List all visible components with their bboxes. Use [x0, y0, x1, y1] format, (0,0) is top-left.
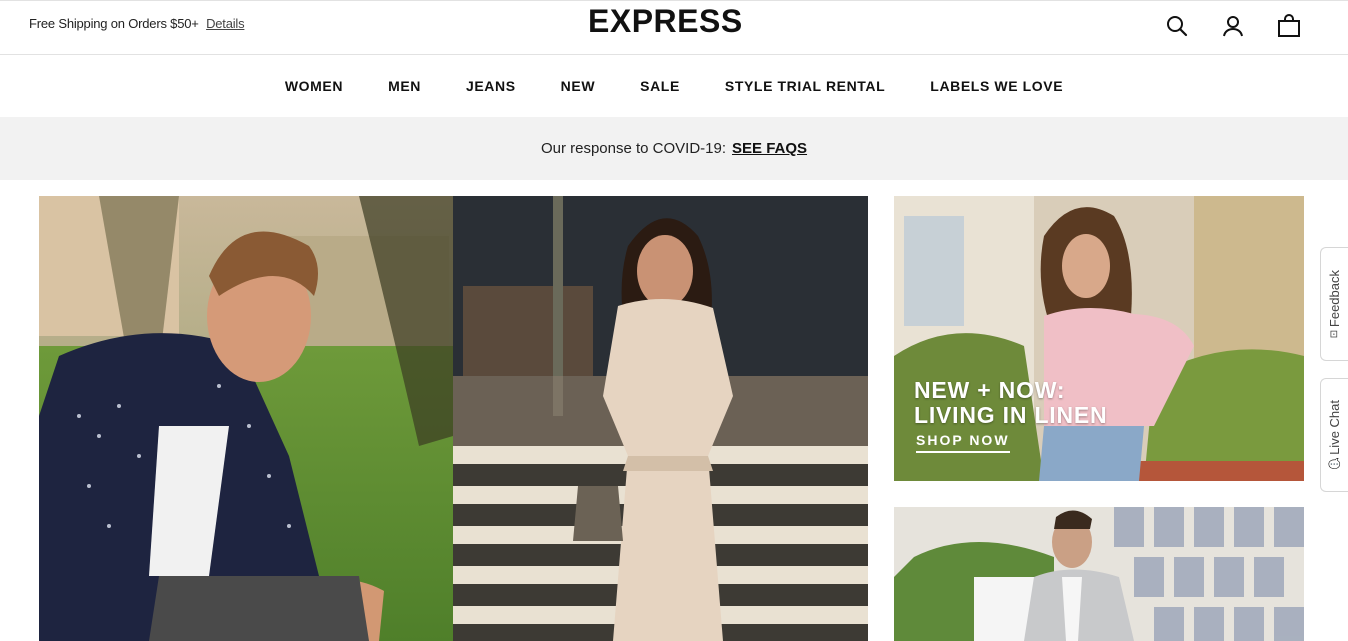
promo-details-link[interactable]: Details	[206, 16, 245, 31]
nav-sale[interactable]: SALE	[618, 78, 703, 94]
nav-women[interactable]: WOMEN	[262, 78, 365, 94]
live-chat-tab[interactable]: Live Chat	[1320, 378, 1348, 492]
shop-now-link[interactable]: SHOP NOW	[916, 432, 1010, 453]
express-logo[interactable]: EXPRESS	[588, 3, 743, 40]
account-icon[interactable]	[1220, 13, 1246, 39]
nav-labels-we-love[interactable]: LABELS WE LOVE	[908, 78, 1086, 94]
hero-image-woman	[453, 196, 868, 641]
live-chat-label: Live Chat	[1327, 400, 1342, 470]
nav-jeans[interactable]: JEANS	[443, 78, 538, 94]
covid-text: Our response to COVID-19:	[540, 140, 727, 157]
nav-style-trial-rental[interactable]: STYLE TRIAL RENTAL	[702, 78, 907, 94]
mens-tile-image	[894, 507, 1304, 641]
nav-new[interactable]: NEW	[538, 78, 617, 94]
linen-headline-line2: LIVING IN LINEN	[914, 402, 1108, 428]
feedback-label: Feedback	[1327, 270, 1342, 338]
linen-promo-tile[interactable]: NEW + NOW: LIVING IN LINEN SHOP NOW	[894, 196, 1304, 481]
bag-icon[interactable]	[1276, 13, 1302, 39]
hero-banner[interactable]	[39, 196, 868, 641]
top-bar: Free Shipping on Orders $50+ Details EXP…	[0, 0, 1348, 55]
nav-men[interactable]: MEN	[366, 78, 444, 94]
search-icon[interactable]	[1164, 13, 1190, 39]
feedback-tab[interactable]: Feedback	[1320, 247, 1348, 361]
linen-headline: NEW + NOW: LIVING IN LINEN	[914, 378, 1107, 428]
main-nav: WOMEN MEN JEANS NEW SALE STYLE TRIAL REN…	[0, 55, 1348, 117]
hero-image-man	[39, 196, 453, 641]
header-icons	[1164, 13, 1302, 39]
covid-banner: Our response to COVID-19: SEE FAQS	[0, 117, 1348, 180]
linen-headline-line1: NEW + NOW:	[914, 377, 1066, 403]
promo-text: Free Shipping on Orders $50+	[29, 16, 199, 31]
see-faqs-link[interactable]: SEE FAQS	[732, 140, 807, 157]
mens-promo-tile[interactable]	[894, 507, 1304, 641]
shipping-promo: Free Shipping on Orders $50+ Details	[29, 16, 245, 31]
